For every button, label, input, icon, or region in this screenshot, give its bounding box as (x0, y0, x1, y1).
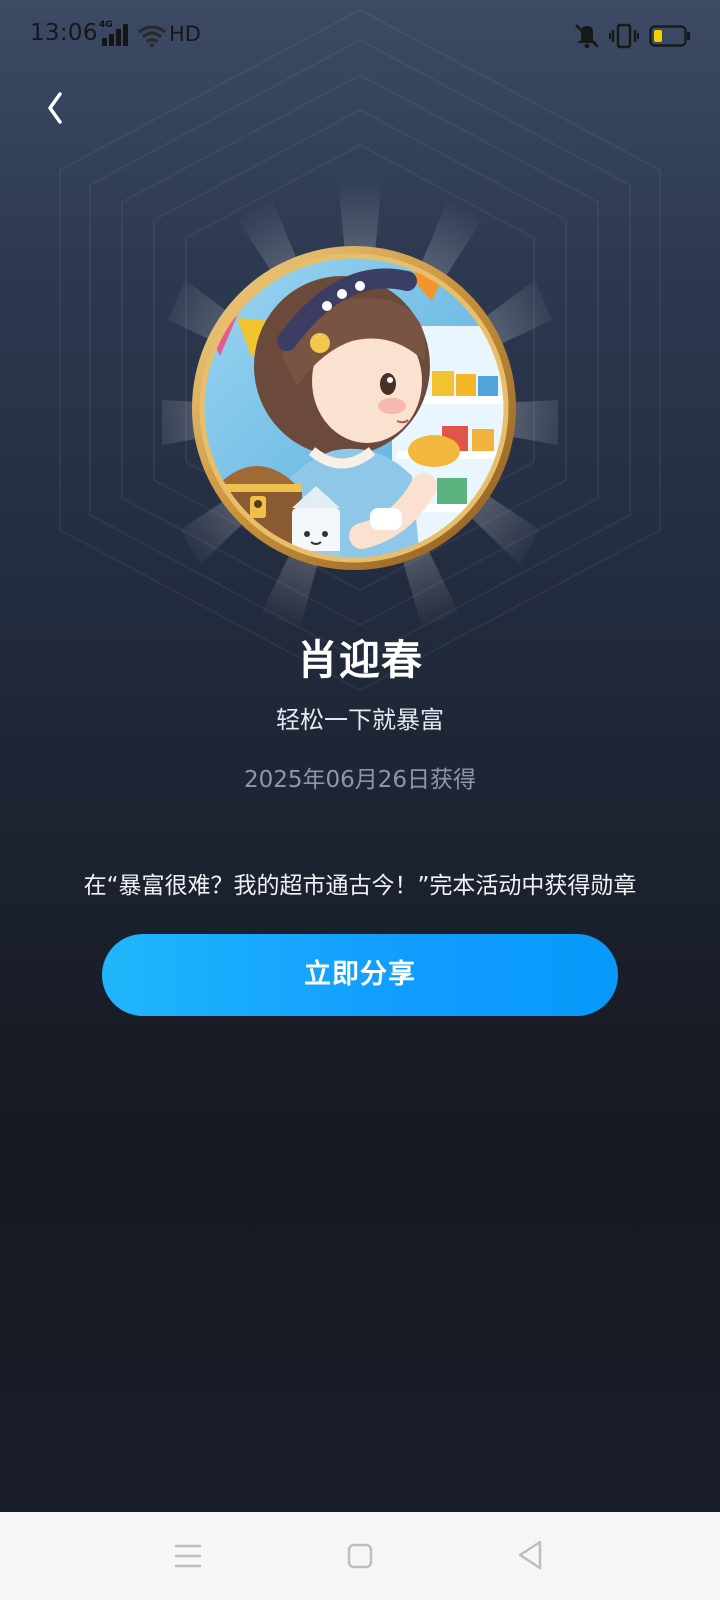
badge-detail-screen: 13:06 4G HD 肖迎春 轻松一下就暴富 2025年06月26日获得 在“… (0, 0, 720, 1600)
obtained-date: 2025年06月26日获得 (243, 767, 477, 793)
chevron-left-icon (48, 92, 62, 124)
wifi-icon (138, 25, 166, 47)
badge-medal-illustration (192, 246, 516, 570)
share-button[interactable]: 立即分享 (102, 934, 618, 1016)
vibrate-icon (609, 23, 639, 49)
back-triangle-icon[interactable] (512, 1536, 548, 1574)
activity-description: 在“暴富很难？我的超市通古今！”完本活动中获得勋章 (83, 873, 637, 899)
menu-icon[interactable] (170, 1538, 206, 1574)
system-navigation-bar (0, 1512, 720, 1600)
status-time: 13:06 (30, 20, 98, 46)
status-bar: 13:06 4G HD (0, 0, 720, 72)
badge-name: 肖迎春 (297, 636, 423, 684)
mute-icon (575, 24, 599, 49)
back-button[interactable] (30, 80, 80, 136)
badge-subtitle: 轻松一下就暴富 (276, 706, 444, 734)
battery-icon (649, 25, 690, 47)
hd-label: HD (169, 22, 201, 46)
signal-icon (102, 24, 128, 46)
home-icon[interactable] (342, 1538, 378, 1574)
